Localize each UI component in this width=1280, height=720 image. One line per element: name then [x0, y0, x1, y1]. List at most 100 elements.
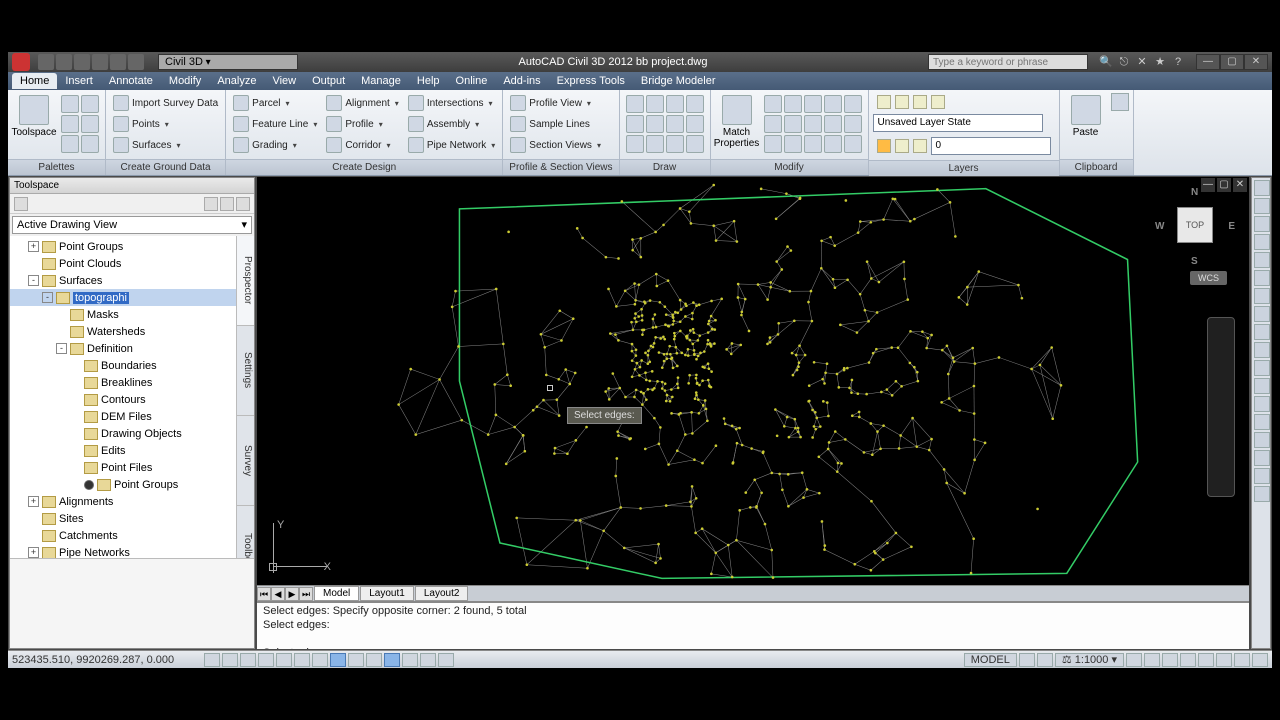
modify-icon[interactable] [824, 135, 842, 153]
status-toggle[interactable] [438, 653, 454, 667]
draw-icon[interactable] [646, 115, 664, 133]
layer-icon[interactable] [895, 95, 909, 109]
toolspace-button[interactable]: Toolspace [12, 93, 56, 138]
polar-toggle[interactable] [258, 653, 274, 667]
parcel-button[interactable]: Parcel▾ [230, 93, 320, 113]
tab-bridge[interactable]: Bridge Modeler [633, 73, 724, 89]
workspace-selector[interactable]: Civil 3D ▾ [158, 54, 298, 70]
viewport-close-icon[interactable]: ✕ [1233, 178, 1247, 192]
rotate-icon[interactable] [824, 95, 842, 113]
move-icon[interactable] [764, 95, 782, 113]
vtab-prospector[interactable]: Prospector [237, 236, 254, 326]
tool-icon[interactable] [1254, 270, 1270, 286]
palette-icon[interactable] [61, 95, 79, 113]
panel-palettes-title[interactable]: Palettes [8, 159, 105, 175]
panel-ground-title[interactable]: Create Ground Data [106, 159, 225, 175]
layer-dropdown[interactable]: 0 [931, 137, 1051, 155]
tree-node[interactable]: Contours [10, 391, 236, 408]
viewport-minimize-icon[interactable]: — [1201, 178, 1215, 192]
array-icon[interactable] [844, 115, 862, 133]
tab-help[interactable]: Help [409, 73, 448, 89]
tool-icon[interactable] [1254, 378, 1270, 394]
ts-tool-icon[interactable] [204, 197, 218, 211]
draw-icon[interactable] [646, 135, 664, 153]
tool-icon[interactable] [1254, 198, 1270, 214]
tree-node[interactable]: Point Groups [10, 476, 236, 493]
tool-icon[interactable] [1254, 486, 1270, 502]
tab-layout1[interactable]: Layout1 [360, 586, 414, 601]
alignment-button[interactable]: Alignment▾ [323, 93, 401, 113]
viewcube-s[interactable]: S [1191, 256, 1198, 267]
corridor-button[interactable]: Corridor▾ [323, 135, 401, 155]
surfaces-button[interactable]: Surfaces▾ [110, 135, 221, 155]
qat-open-icon[interactable] [56, 54, 72, 70]
extend-icon[interactable] [804, 115, 822, 133]
panel-layers-title[interactable]: Layers [869, 160, 1059, 176]
tool-icon[interactable] [1254, 216, 1270, 232]
tab-output[interactable]: Output [304, 73, 353, 89]
tool-icon[interactable] [1254, 342, 1270, 358]
qat-new-icon[interactable] [38, 54, 54, 70]
tool-icon[interactable] [1254, 414, 1270, 430]
scale-icon[interactable] [764, 115, 782, 133]
tree-node[interactable]: DEM Files [10, 408, 236, 425]
qat-print-icon[interactable] [92, 54, 108, 70]
tool-icon[interactable] [1254, 252, 1270, 268]
samplelines-button[interactable]: Sample Lines [507, 114, 604, 134]
viewcube[interactable]: N W E S TOP [1155, 187, 1235, 267]
status-icon[interactable] [1216, 653, 1232, 667]
trim-icon[interactable] [784, 115, 802, 133]
tool-icon[interactable] [1254, 450, 1270, 466]
status-icon[interactable] [1162, 653, 1178, 667]
exchange-icon[interactable]: ✕ [1134, 54, 1150, 70]
tree-node[interactable]: Sites [10, 510, 236, 527]
status-icon[interactable] [1234, 653, 1250, 667]
polyline-icon[interactable] [646, 95, 664, 113]
copy-icon[interactable] [1111, 93, 1129, 111]
panel-clipboard-title[interactable]: Clipboard [1060, 159, 1133, 175]
tool-icon[interactable] [1254, 180, 1270, 196]
sectionviews-button[interactable]: Section Views▾ [507, 135, 604, 155]
lwt-toggle[interactable] [348, 653, 364, 667]
tab-addins[interactable]: Add-ins [495, 73, 548, 89]
layerstate-dropdown[interactable]: Unsaved Layer State [873, 114, 1043, 132]
featureline-button[interactable]: Feature Line▾ [230, 114, 320, 134]
viewcube-face[interactable]: TOP [1177, 207, 1213, 243]
tool-icon[interactable] [1254, 288, 1270, 304]
tree-node[interactable]: +Alignments [10, 493, 236, 510]
tab-view[interactable]: View [264, 73, 304, 89]
tree-node[interactable]: +Point Groups [10, 238, 236, 255]
draw-icon[interactable] [686, 135, 704, 153]
fillet-icon[interactable] [824, 115, 842, 133]
qat-undo-icon[interactable] [110, 54, 126, 70]
arc-icon[interactable] [686, 95, 704, 113]
paste-button[interactable]: Paste [1064, 93, 1108, 138]
line-icon[interactable] [626, 95, 644, 113]
points-button[interactable]: Points▾ [110, 114, 221, 134]
erase-icon[interactable] [764, 135, 782, 153]
tab-prev-icon[interactable]: ◀ [271, 587, 285, 601]
search-icon[interactable]: 🔍 [1098, 54, 1114, 70]
tab-home[interactable]: Home [12, 73, 57, 89]
ts-tool-icon[interactable] [220, 197, 234, 211]
viewcube-e[interactable]: E [1228, 221, 1235, 232]
tree-node[interactable]: Breaklines [10, 374, 236, 391]
panel-modify-title[interactable]: Modify [711, 159, 868, 175]
ortho-toggle[interactable] [240, 653, 256, 667]
sc-toggle[interactable] [384, 653, 400, 667]
tool-icon[interactable] [1254, 234, 1270, 250]
panel-draw-title[interactable]: Draw [620, 159, 710, 175]
wcs-badge[interactable]: WCS [1190, 271, 1227, 285]
offset-icon[interactable] [804, 135, 822, 153]
tree-node[interactable]: Edits [10, 442, 236, 459]
tree-node[interactable]: -topographi [10, 289, 236, 306]
qp-toggle[interactable] [366, 653, 382, 667]
circle-icon[interactable] [666, 95, 684, 113]
status-toggle[interactable] [420, 653, 436, 667]
tool-icon[interactable] [1254, 468, 1270, 484]
viewcube-w[interactable]: W [1155, 221, 1164, 232]
modify-icon[interactable] [844, 135, 862, 153]
palette-icon[interactable] [81, 115, 99, 133]
viewcube-n[interactable]: N [1191, 187, 1198, 198]
modelspace-button[interactable]: MODEL [964, 653, 1017, 667]
